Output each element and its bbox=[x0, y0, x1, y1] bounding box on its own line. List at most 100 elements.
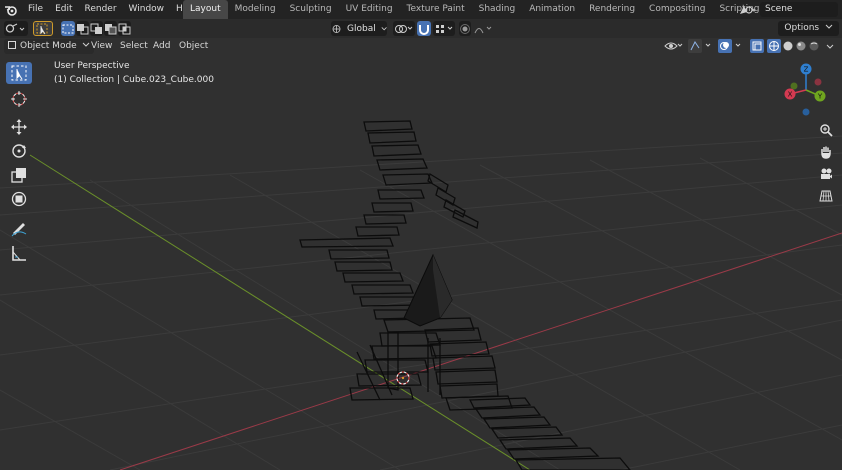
eye-icon bbox=[664, 42, 683, 50]
falloff-select[interactable] bbox=[473, 21, 495, 36]
overlays-toggle[interactable] bbox=[718, 39, 744, 54]
xray-icon bbox=[750, 39, 764, 53]
menu-window[interactable]: Window bbox=[123, 0, 171, 19]
staircase-wireframe bbox=[299, 120, 631, 470]
gizmo-x-label: X bbox=[788, 91, 793, 99]
measure-icon bbox=[12, 246, 26, 261]
overlays-icon bbox=[718, 39, 741, 53]
chevron-down-icon bbox=[82, 42, 89, 47]
y-axis-line bbox=[29, 154, 531, 470]
tab-modeling[interactable]: Modeling bbox=[228, 0, 283, 19]
tool-settings-bar: Global Options bbox=[0, 19, 842, 38]
shading-material-button[interactable] bbox=[795, 39, 807, 54]
tab-compositing[interactable]: Compositing bbox=[642, 0, 712, 19]
tab-uv-editing[interactable]: UV Editing bbox=[339, 0, 400, 19]
falloff-curve-icon bbox=[474, 26, 492, 33]
select-box-icon bbox=[11, 65, 27, 81]
menu-edit[interactable]: Edit bbox=[49, 0, 78, 19]
tab-shading[interactable]: Shading bbox=[472, 0, 523, 19]
editor-type-button[interactable] bbox=[4, 21, 28, 36]
transform-tool[interactable] bbox=[6, 188, 32, 210]
object-mode-select[interactable]: Object Mode bbox=[4, 39, 94, 54]
scale-tool[interactable] bbox=[6, 164, 32, 186]
cursor-icon bbox=[11, 91, 27, 107]
grid-view-icon bbox=[819, 190, 833, 202]
zoom-icon bbox=[820, 124, 833, 137]
chevron-down-icon bbox=[381, 26, 387, 30]
select-box-tool[interactable] bbox=[6, 62, 32, 84]
x-axis-line bbox=[119, 232, 842, 470]
shading-options-dropdown[interactable] bbox=[824, 39, 836, 54]
gizmo-toggle[interactable] bbox=[688, 39, 714, 54]
snap-grid-icon bbox=[436, 24, 453, 33]
measure-tool[interactable] bbox=[6, 242, 32, 264]
zoom-button[interactable] bbox=[817, 121, 835, 139]
menu-select[interactable]: Select bbox=[120, 39, 148, 54]
solid-sphere-icon bbox=[783, 41, 793, 51]
move-tool[interactable] bbox=[6, 116, 32, 138]
perspective-label: User Perspective bbox=[54, 61, 130, 71]
annotate-icon bbox=[11, 223, 27, 237]
magnet-icon bbox=[419, 24, 429, 35]
tab-layout[interactable]: Layout bbox=[183, 0, 228, 19]
shading-solid-button[interactable] bbox=[782, 39, 794, 54]
blender-logo-icon[interactable] bbox=[0, 0, 22, 19]
pivot-point-select[interactable] bbox=[393, 21, 415, 36]
rendered-sphere-icon bbox=[809, 41, 819, 51]
menu-view[interactable]: View bbox=[91, 39, 112, 54]
menu-render[interactable]: Render bbox=[79, 0, 123, 19]
orientation-global-icon bbox=[332, 24, 341, 33]
pan-button[interactable] bbox=[817, 143, 835, 161]
select-mode-new-button[interactable] bbox=[61, 21, 75, 36]
proportional-icon bbox=[460, 23, 470, 34]
collection-label: (1) Collection | Cube.023_Cube.000 bbox=[54, 75, 214, 85]
pivot-icon bbox=[395, 24, 413, 33]
select-mode-intersect-button[interactable] bbox=[118, 21, 131, 36]
annotate-tool[interactable] bbox=[6, 217, 32, 239]
select-cursor-icon bbox=[36, 23, 48, 35]
active-tool-button[interactable] bbox=[33, 21, 53, 36]
gizmo-z-label: Z bbox=[804, 66, 809, 74]
menu-object[interactable]: Object bbox=[179, 39, 208, 54]
camera-icon bbox=[821, 168, 832, 179]
chevron-down-icon bbox=[825, 24, 833, 29]
transform-orientation-select[interactable]: Global bbox=[331, 21, 387, 36]
rotate-icon bbox=[12, 144, 26, 158]
scene-name-field[interactable]: Scene bbox=[760, 2, 838, 17]
shading-wireframe-button[interactable] bbox=[767, 39, 781, 54]
snap-target-select[interactable] bbox=[433, 21, 455, 36]
menu-file[interactable]: File bbox=[22, 0, 49, 19]
move-icon bbox=[11, 119, 27, 135]
menu-add[interactable]: Add bbox=[153, 39, 170, 54]
tab-sculpting[interactable]: Sculpting bbox=[283, 0, 339, 19]
select-mode-extend-button[interactable] bbox=[76, 21, 89, 36]
xray-toggle[interactable] bbox=[750, 39, 764, 54]
gizmo-icon bbox=[688, 39, 711, 53]
cursor-tool[interactable] bbox=[6, 88, 32, 110]
rotate-tool[interactable] bbox=[6, 140, 32, 162]
shading-rendered-button[interactable] bbox=[808, 39, 820, 54]
perspective-toggle-button[interactable] bbox=[817, 187, 835, 205]
tab-animation[interactable]: Animation bbox=[522, 0, 582, 19]
main-menu: File Edit Render Window Help bbox=[0, 0, 203, 19]
transform-icon bbox=[11, 191, 27, 207]
gizmo-y-label: Y bbox=[817, 93, 823, 101]
scene-selector[interactable]: Scene bbox=[738, 1, 842, 18]
visibility-select[interactable] bbox=[663, 39, 683, 54]
camera-view-button[interactable] bbox=[817, 165, 835, 183]
select-mode-invert-button[interactable] bbox=[104, 21, 117, 36]
workspace-tabs: Layout Modeling Sculpting UV Editing Tex… bbox=[183, 0, 786, 19]
proportional-edit-toggle[interactable] bbox=[459, 21, 471, 36]
navigation-gizmo[interactable]: Z X Y bbox=[777, 60, 835, 118]
top-bar: File Edit Render Window Help Layout Mode… bbox=[0, 0, 842, 19]
snap-toggle[interactable] bbox=[417, 21, 431, 36]
tab-texture-paint[interactable]: Texture Paint bbox=[400, 0, 472, 19]
tab-rendering[interactable]: Rendering bbox=[582, 0, 642, 19]
wireframe-sphere-icon bbox=[767, 39, 781, 53]
select-mode-subtract-button[interactable] bbox=[90, 21, 103, 36]
3d-viewport[interactable] bbox=[0, 38, 842, 470]
scale-icon bbox=[11, 168, 26, 183]
options-dropdown[interactable]: Options bbox=[778, 21, 839, 36]
material-sphere-icon bbox=[796, 41, 806, 51]
chevron-down-icon bbox=[826, 44, 834, 49]
